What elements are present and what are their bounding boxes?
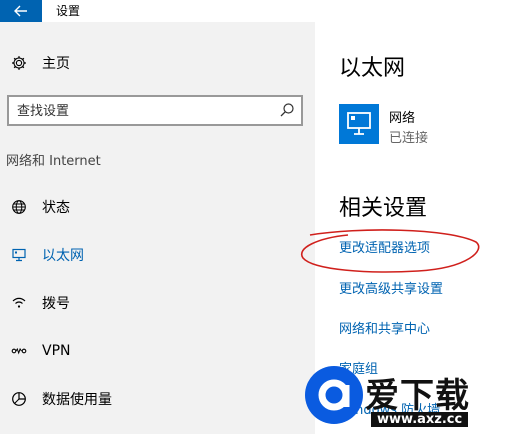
- sidebar-item-label: 以太网: [42, 248, 84, 264]
- sidebar-item-label: 主页: [42, 56, 70, 72]
- link-network-sharing-center[interactable]: 网络和共享中心: [339, 318, 430, 337]
- search-input[interactable]: [17, 101, 272, 121]
- sidebar-item-home[interactable]: 主页: [0, 46, 315, 80]
- search-box[interactable]: [7, 95, 303, 126]
- page-title: 以太网: [339, 56, 406, 81]
- sidebar-item-dialup[interactable]: 拨号: [0, 286, 315, 320]
- sidebar-item-label: VPN: [42, 343, 71, 359]
- sidebar-item-label: 状态: [42, 200, 70, 216]
- link-change-adapter-options[interactable]: 更改适配器选项: [339, 237, 430, 256]
- dialup-icon: [10, 294, 28, 312]
- link-advanced-sharing-settings[interactable]: 更改高级共享设置: [339, 278, 443, 297]
- sidebar-item-label: 数据使用量: [42, 392, 112, 408]
- ethernet-icon: [10, 246, 28, 264]
- link-homegroup[interactable]: 家庭组: [339, 358, 378, 377]
- back-button[interactable]: [0, 0, 42, 22]
- section-title: 网络和 Internet: [6, 154, 101, 169]
- network-monitor-icon: [347, 112, 371, 135]
- sidebar-item-status[interactable]: 状态: [0, 190, 315, 224]
- network-name[interactable]: 网络: [389, 107, 415, 126]
- link-windows-firewall[interactable]: Windows 防火墙: [339, 399, 440, 418]
- gear-icon: [10, 54, 28, 72]
- network-tile[interactable]: [339, 104, 379, 144]
- vpn-icon: [10, 342, 28, 360]
- back-arrow-icon: [14, 5, 27, 17]
- sidebar-item-data-usage[interactable]: 数据使用量: [0, 382, 315, 416]
- main-content: 以太网 网络 已连接 相关设置 更改适配器选项 更改高级共享设置 网络和共享中心…: [315, 22, 511, 434]
- sidebar-item-ethernet[interactable]: 以太网: [0, 238, 315, 272]
- sidebar-item-label: 拨号: [42, 296, 70, 312]
- data-usage-icon: [10, 390, 28, 408]
- search-icon[interactable]: [279, 102, 295, 118]
- related-settings-heading: 相关设置: [339, 196, 428, 221]
- sidebar: 主页 网络和 Internet 状态 以太网: [0, 22, 315, 434]
- window-title: 设置: [56, 4, 81, 18]
- globe-icon: [10, 198, 28, 216]
- sidebar-item-vpn[interactable]: VPN: [0, 334, 315, 368]
- title-bar: 设置: [0, 0, 511, 22]
- network-status: 已连接: [389, 131, 429, 146]
